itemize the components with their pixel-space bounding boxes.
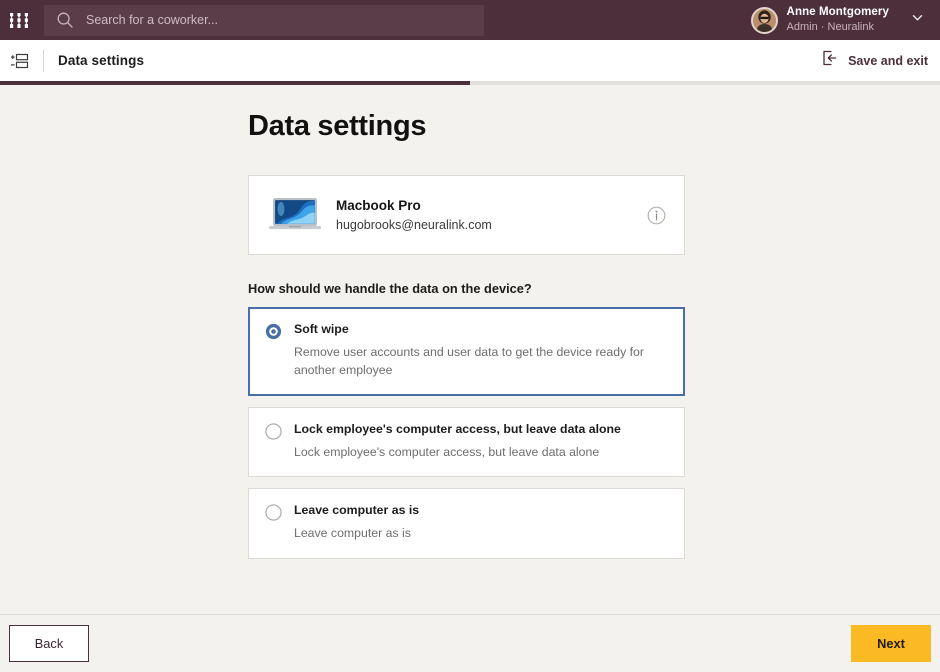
brand-logo[interactable] xyxy=(0,0,40,40)
form-content: Data settings Macbook Pro hugobrooks@neu… xyxy=(248,85,685,560)
device-name: Macbook Pro xyxy=(336,198,421,213)
user-role: Admin · Neuralink xyxy=(786,21,874,34)
macbook-icon xyxy=(267,195,323,235)
back-button[interactable]: Back xyxy=(9,625,89,662)
device-meta: Macbook Pro hugobrooks@neuralink.com xyxy=(336,198,647,232)
device-email: hugobrooks@neuralink.com xyxy=(336,218,492,232)
main-content-area: Data settings Macbook Pro hugobrooks@neu… xyxy=(0,85,940,614)
user-avatar xyxy=(750,6,778,34)
data-handling-options: Soft wipe Remove user accounts and user d… xyxy=(248,307,685,560)
wizard-footer: Back Next xyxy=(0,614,940,672)
option-description: Remove user accounts and user data to ge… xyxy=(294,344,644,377)
question-label: How should we handle the data on the dev… xyxy=(248,281,532,296)
search-bar[interactable] xyxy=(44,4,484,36)
save-and-exit-button[interactable]: Save and exit xyxy=(821,49,928,72)
option-card[interactable]: Leave computer as is Leave computer as is xyxy=(248,488,685,560)
chevron-down-icon[interactable] xyxy=(911,11,924,29)
exit-icon xyxy=(821,49,839,72)
option-body: Soft wipe Remove user accounts and user d… xyxy=(294,322,668,380)
search-input[interactable] xyxy=(84,4,472,36)
radio-button-selected[interactable] xyxy=(265,323,282,340)
radio-button-unselected[interactable] xyxy=(265,504,282,522)
option-card[interactable]: Lock employee's computer access, but lea… xyxy=(248,406,685,478)
sub-header-bar: Data settings Save and exit xyxy=(0,40,940,81)
option-title: Lock employee's computer access, but lea… xyxy=(294,421,621,436)
device-card: Macbook Pro hugobrooks@neuralink.com xyxy=(248,175,685,255)
search-icon xyxy=(56,11,74,29)
panel-list-icon[interactable] xyxy=(9,50,31,72)
user-name: Anne Montgomery xyxy=(786,6,889,19)
breadcrumb-title: Data settings xyxy=(58,53,145,68)
option-description: Lock employee's computer access, but lea… xyxy=(294,444,600,459)
radio-button-unselected[interactable] xyxy=(265,422,282,440)
header-divider xyxy=(43,49,44,72)
page-title: Data settings xyxy=(248,110,427,142)
next-button[interactable]: Next xyxy=(851,625,931,662)
info-icon[interactable] xyxy=(647,206,666,225)
option-body: Leave computer as is Leave computer as is xyxy=(294,503,668,543)
user-info: Anne Montgomery Admin · Neuralink xyxy=(787,6,889,34)
option-body: Lock employee's computer access, but lea… xyxy=(294,422,668,462)
option-description: Leave computer as is xyxy=(294,526,411,541)
option-title: Soft wipe xyxy=(294,322,349,336)
save-and-exit-label: Save and exit xyxy=(848,53,928,68)
top-navigation-bar: Anne Montgomery Admin · Neuralink xyxy=(0,0,940,40)
option-card[interactable]: Soft wipe Remove user accounts and user d… xyxy=(248,307,685,396)
user-menu[interactable]: Anne Montgomery Admin · Neuralink xyxy=(750,0,934,40)
option-title: Leave computer as is xyxy=(294,503,420,518)
